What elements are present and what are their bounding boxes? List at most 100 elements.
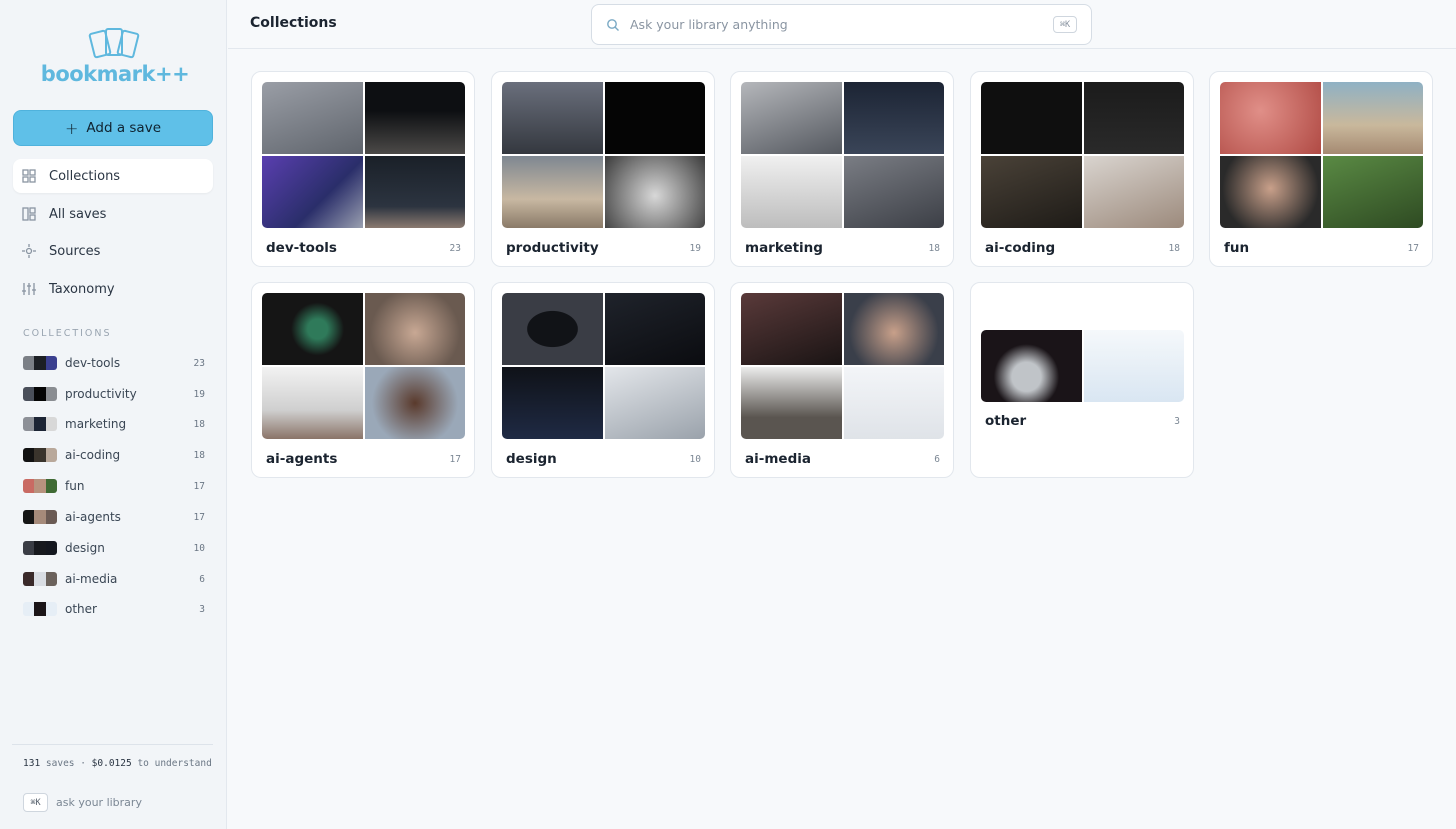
save-thumbnail [502,82,603,154]
collection-thumbnail [23,356,57,370]
save-thumbnail [604,367,705,439]
plus-icon: + [65,118,79,138]
search-bar[interactable]: ⌘K [591,4,1092,45]
collection-count: 10 [193,542,205,554]
collection-count: 18 [193,449,205,461]
collection-count: 23 [449,243,461,254]
sidebar-divider [12,744,213,745]
collection-card-ai-coding[interactable]: ai-coding 18 [970,71,1194,267]
collection-card-marketing[interactable]: marketing 18 [730,71,954,267]
save-thumbnail [364,156,465,228]
collection-thumbnail [23,387,57,401]
nav-collections[interactable]: Collections [13,159,213,193]
collection-name: other [65,602,97,616]
nav-taxonomy[interactable]: Taxonomy [13,272,213,306]
save-thumbnail [843,82,944,154]
save-thumbnail [604,293,705,365]
nav-all-saves[interactable]: All saves [13,197,213,231]
collection-card-design[interactable]: design 10 [491,282,715,478]
save-thumbnail [604,82,705,154]
save-thumbnail [262,156,363,228]
page-title: Collections [250,15,337,31]
understand-cost: $0.0125 [91,758,132,769]
collection-count: 6 [934,454,940,465]
save-thumbnail [502,367,603,439]
collection-card-fun[interactable]: fun 17 [1209,71,1433,267]
collection-name: fun [65,479,85,493]
sources-icon [22,244,36,258]
save-thumbnail [1083,82,1184,154]
collection-count: 17 [193,480,205,492]
ask-library-shortcut[interactable]: ⌘K ask your library [23,793,142,812]
saves-count: 131 [23,758,41,769]
thumbnail-mosaic [262,82,465,228]
ask-library-label: ask your library [56,796,142,809]
save-thumbnail [741,293,842,365]
collection-count: 3 [199,603,205,615]
collection-thumbnail [23,510,57,524]
add-save-button[interactable]: + Add a save [13,110,213,146]
collection-card-other[interactable]: other 3 [970,282,1194,478]
collection-name: ai-coding [65,448,121,462]
sidebar-collection-marketing[interactable]: marketing 18 [23,414,205,434]
save-thumbnail [262,82,363,154]
collection-thumbnail [23,572,57,586]
sidebar-collection-other[interactable]: other 3 [23,599,205,619]
thumbnail-mosaic [502,82,705,228]
collection-thumbnail [23,448,57,462]
collection-count: 6 [199,573,205,585]
collection-count: 18 [928,243,940,254]
collection-card-productivity[interactable]: productivity 19 [491,71,715,267]
thumbnail-mosaic [502,293,705,439]
save-thumbnail [843,156,944,228]
save-thumbnail [1322,156,1423,228]
save-thumbnail [1083,330,1184,402]
collection-thumbnail [23,417,57,431]
collection-card-ai-media[interactable]: ai-media 6 [730,282,954,478]
collection-card-ai-agents[interactable]: ai-agents 17 [251,282,475,478]
thumbnail-mosaic [262,293,465,439]
nav-label: All saves [49,206,107,222]
collection-name: design [65,541,105,555]
collection-name: ai-coding [985,240,1056,256]
collection-name: ai-agents [266,451,338,467]
collection-name: ai-media [745,451,811,467]
collections-section-label: COLLECTIONS [23,328,112,339]
collection-name: dev-tools [65,356,121,370]
grid-icon [22,169,36,183]
save-thumbnail [604,156,705,228]
top-bar: Collections ⌘K [228,0,1456,49]
save-thumbnail [741,156,842,228]
sidebar-collection-productivity[interactable]: productivity 19 [23,384,205,404]
sidebar-collection-design[interactable]: design 10 [23,538,205,558]
collection-name: ai-media [65,572,118,586]
collection-count: 17 [1407,243,1419,254]
thumbnail-mosaic [741,82,944,228]
shortcut-key: ⌘K [23,793,48,812]
cost-text: to understand [131,758,212,769]
sidebar-collection-ai-coding[interactable]: ai-coding 18 [23,445,205,465]
collection-name: dev-tools [266,240,337,256]
save-thumbnail [741,367,842,439]
collection-name: ai-agents [65,510,121,524]
nav-sources[interactable]: Sources [13,234,213,268]
sidebar-collection-dev-tools[interactable]: dev-tools 23 [23,353,205,373]
collection-count: 17 [193,511,205,523]
collection-card-dev-tools[interactable]: dev-tools 23 [251,71,475,267]
collection-name: productivity [65,387,137,401]
collection-count: 3 [1174,416,1180,427]
search-input[interactable] [630,17,1030,32]
sidebar-collection-ai-media[interactable]: ai-media 6 [23,569,205,589]
save-thumbnail [364,367,465,439]
app-logo[interactable]: bookmark++ [40,24,190,88]
collection-name: design [506,451,557,467]
save-thumbnail [1220,82,1321,154]
sidebar-collection-fun[interactable]: fun 17 [23,476,205,496]
thumbnail-mosaic [741,293,944,439]
collection-name: marketing [745,240,823,256]
sidebar-collection-ai-agents[interactable]: ai-agents 17 [23,507,205,527]
save-thumbnail [502,293,603,365]
search-shortcut-key: ⌘K [1053,16,1077,33]
search-icon [607,18,619,31]
save-thumbnail [262,293,363,365]
